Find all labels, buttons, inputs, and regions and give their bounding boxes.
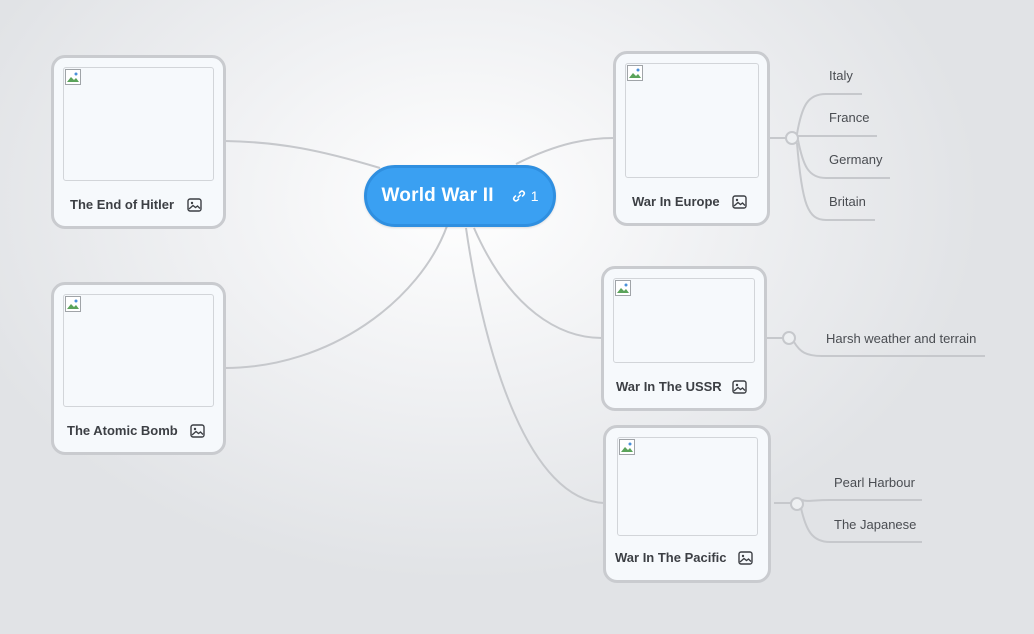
subtopic-britain[interactable]: Britain — [829, 194, 866, 209]
topic-card-war-in-pacific[interactable]: War In The Pacific — [603, 425, 771, 583]
topic-label: War In The Pacific — [615, 550, 727, 565]
central-topic[interactable]: World War II 1 — [364, 165, 556, 227]
topic-card-atomic-bomb[interactable]: The Atomic Bomb — [51, 282, 226, 455]
topic-image-placeholder — [63, 67, 214, 181]
subtopic-italy[interactable]: Italy — [829, 68, 853, 83]
image-icon[interactable] — [732, 380, 747, 394]
subtopic-france[interactable]: France — [829, 110, 869, 125]
edge-atomic-bomb — [224, 225, 448, 369]
subtopic-harsh-weather[interactable]: Harsh weather and terrain — [826, 331, 976, 346]
collapse-handle-europe — [785, 131, 799, 145]
topic-card-war-in-europe[interactable]: War In Europe — [613, 51, 770, 226]
subtopic-the-japanese[interactable]: The Japanese — [834, 517, 916, 532]
link-indicator[interactable]: 1 — [512, 188, 539, 204]
broken-image-icon — [65, 69, 81, 85]
image-icon[interactable] — [738, 551, 753, 565]
edge-war-in-ussr — [473, 227, 603, 339]
broken-image-icon — [615, 280, 631, 296]
image-icon[interactable] — [732, 195, 747, 209]
link-count: 1 — [530, 188, 539, 204]
edge-war-in-pacific — [465, 227, 605, 504]
topic-label: The End of Hitler — [70, 197, 174, 212]
broken-image-icon — [65, 296, 81, 312]
link-icon — [512, 190, 525, 202]
topic-image-placeholder — [613, 278, 755, 363]
collapse-handle-ussr — [782, 331, 796, 345]
edge-end-of-hitler — [224, 140, 381, 169]
subtopic-pearl-harbour[interactable]: Pearl Harbour — [834, 475, 915, 490]
image-icon[interactable] — [190, 424, 205, 438]
edge-war-in-europe — [515, 137, 615, 165]
topic-label: War In The USSR — [616, 379, 722, 394]
broken-image-icon — [619, 439, 635, 455]
topic-label: War In Europe — [632, 194, 720, 209]
collapse-handle-pacific — [790, 497, 804, 511]
topic-label: The Atomic Bomb — [67, 423, 178, 438]
topic-image-placeholder — [617, 437, 758, 536]
topic-image-placeholder — [625, 63, 759, 178]
topic-card-war-in-ussr[interactable]: War In The USSR — [601, 266, 767, 411]
topic-card-end-of-hitler[interactable]: The End of Hitler — [51, 55, 226, 229]
central-topic-title: World War II — [381, 185, 494, 206]
image-icon[interactable] — [187, 198, 202, 212]
topic-image-placeholder — [63, 294, 214, 407]
broken-image-icon — [627, 65, 643, 81]
subtopic-germany[interactable]: Germany — [829, 152, 882, 167]
